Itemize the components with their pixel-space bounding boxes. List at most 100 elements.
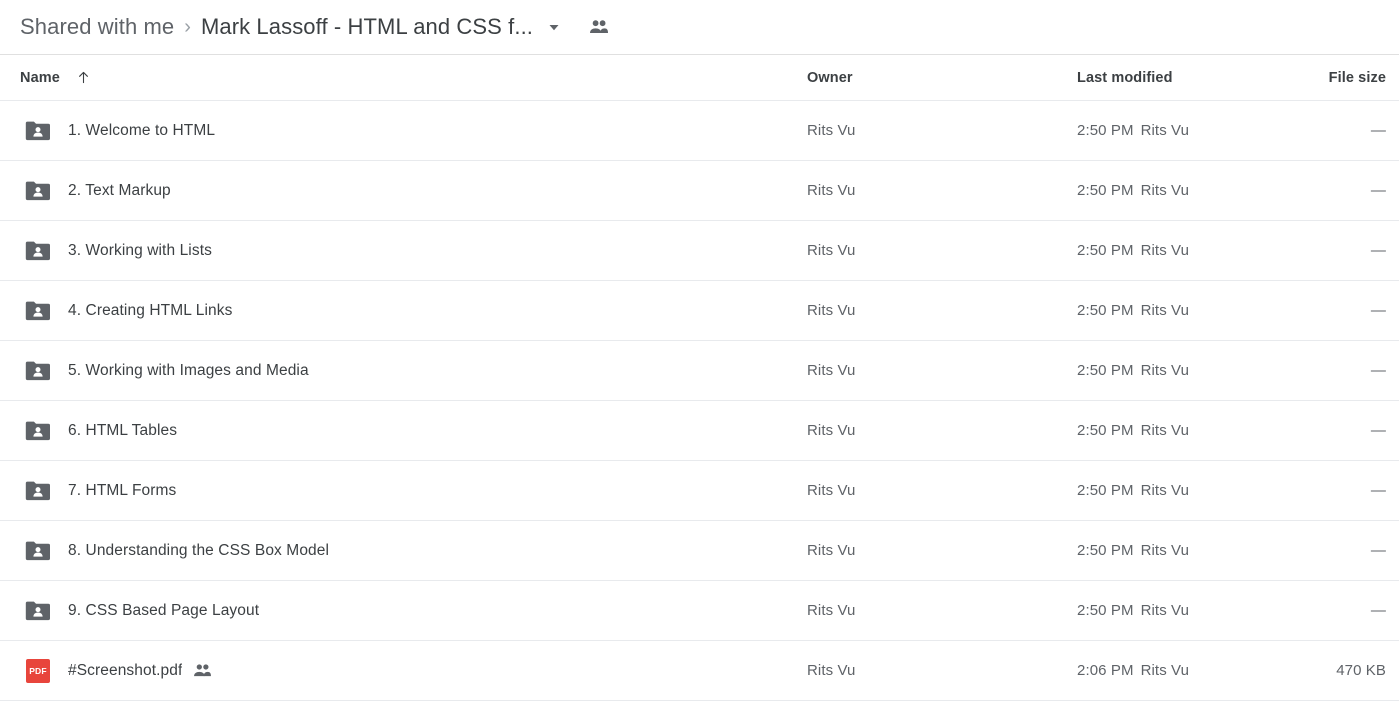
cell-owner: Rits Vu bbox=[807, 302, 856, 319]
cell-file-size: — bbox=[1370, 362, 1386, 379]
modified-time: 2:50 PM bbox=[1077, 362, 1134, 379]
cell-file-size: 470 KB bbox=[1336, 662, 1386, 679]
cell-file-size: — bbox=[1370, 482, 1386, 499]
cell-name: 3. Working with Lists bbox=[0, 240, 807, 262]
cell-last-modified: 2:50 PM Rits Vu bbox=[1077, 302, 1324, 319]
modified-by: Rits Vu bbox=[1140, 542, 1190, 559]
table-row[interactable]: 1. Welcome to HTML Rits Vu 2:50 PM Rits Vu — bbox=[0, 101, 1399, 161]
shared-folder-icon bbox=[20, 360, 56, 382]
file-name-label: 4. Creating HTML Links bbox=[68, 301, 233, 319]
modified-by: Rits Vu bbox=[1140, 302, 1190, 319]
modified-by: Rits Vu bbox=[1140, 182, 1190, 199]
modified-by: Rits Vu bbox=[1140, 482, 1190, 499]
column-header-name[interactable]: Name bbox=[0, 70, 807, 86]
breadcrumb-parent-link[interactable]: Shared with me bbox=[20, 14, 174, 40]
breadcrumb-bar: Shared with me › Mark Lassoff - HTML and… bbox=[0, 0, 1399, 55]
modified-time: 2:50 PM bbox=[1077, 482, 1134, 499]
table-row[interactable]: 6. HTML Tables Rits Vu 2:50 PM Rits Vu — bbox=[0, 401, 1399, 461]
file-name-label: 1. Welcome to HTML bbox=[68, 121, 216, 139]
modified-by: Rits Vu bbox=[1140, 242, 1190, 259]
cell-name: PDF #Screenshot.pdf bbox=[0, 658, 807, 683]
modified-by: Rits Vu bbox=[1140, 662, 1190, 679]
cell-owner: Rits Vu bbox=[807, 422, 856, 439]
cell-name: 2. Text Markup bbox=[0, 180, 807, 202]
cell-last-modified: 2:50 PM Rits Vu bbox=[1077, 182, 1324, 199]
file-name-label: #Screenshot.pdf bbox=[68, 661, 183, 679]
modified-time: 2:50 PM bbox=[1077, 242, 1134, 259]
cell-name: 8. Understanding the CSS Box Model bbox=[0, 540, 807, 562]
table-row[interactable]: 4. Creating HTML Links Rits Vu 2:50 PM Rits… bbox=[0, 281, 1399, 341]
cell-file-size: — bbox=[1370, 302, 1386, 319]
shared-folder-icon bbox=[20, 300, 56, 322]
cell-owner: Rits Vu bbox=[807, 182, 856, 199]
cell-last-modified: 2:50 PM Rits Vu bbox=[1077, 362, 1324, 379]
people-shared-icon[interactable] bbox=[589, 19, 609, 35]
arrow-up-icon[interactable] bbox=[76, 70, 91, 85]
table-header-row: Name Owner Last modified File size bbox=[0, 55, 1399, 101]
modified-time: 2:50 PM bbox=[1077, 542, 1134, 559]
column-header-owner[interactable]: Owner bbox=[807, 70, 1077, 86]
shared-folder-icon bbox=[20, 420, 56, 442]
cell-file-size: — bbox=[1370, 542, 1386, 559]
cell-name: 1. Welcome to HTML bbox=[0, 120, 807, 142]
file-name-label: 3. Working with Lists bbox=[68, 241, 212, 259]
table-body: 1. Welcome to HTML Rits Vu 2:50 PM Rits Vu —… bbox=[0, 101, 1399, 701]
file-name-label: 5. Working with Images and Media bbox=[68, 361, 309, 379]
file-list-table: Name Owner Last modified File size 1. We… bbox=[0, 55, 1399, 701]
shared-folder-icon bbox=[20, 540, 56, 562]
shared-folder-icon bbox=[20, 240, 56, 262]
table-row[interactable]: 3. Working with Lists Rits Vu 2:50 PM Rits … bbox=[0, 221, 1399, 281]
file-name-label: 8. Understanding the CSS Box Model bbox=[68, 541, 330, 559]
table-row[interactable]: PDF #Screenshot.pdf Rits Vu 2:06 PM Rits Vu 4… bbox=[0, 641, 1399, 701]
cell-last-modified: 2:50 PM Rits Vu bbox=[1077, 122, 1324, 139]
cell-name: 7. HTML Forms bbox=[0, 480, 807, 502]
shared-folder-icon bbox=[20, 600, 56, 622]
cell-name: 6. HTML Tables bbox=[0, 420, 807, 442]
modified-time: 2:50 PM bbox=[1077, 422, 1134, 439]
modified-time: 2:50 PM bbox=[1077, 602, 1134, 619]
shared-folder-icon bbox=[20, 180, 56, 202]
modified-time: 2:06 PM bbox=[1077, 662, 1134, 679]
people-shared-icon bbox=[193, 663, 212, 678]
pdf-icon-label: PDF bbox=[26, 658, 50, 683]
breadcrumb-current-folder[interactable]: Mark Lassoff - HTML and CSS f... bbox=[201, 14, 533, 40]
modified-by: Rits Vu bbox=[1140, 122, 1190, 139]
cell-name: 5. Working with Images and Media bbox=[0, 360, 807, 382]
cell-file-size: — bbox=[1370, 242, 1386, 259]
cell-name: 4. Creating HTML Links bbox=[0, 300, 807, 322]
cell-owner: Rits Vu bbox=[807, 482, 856, 499]
table-row[interactable]: 8. Understanding the CSS Box Model Rits V… bbox=[0, 521, 1399, 581]
pdf-file-icon: PDF bbox=[20, 658, 56, 683]
cell-owner: Rits Vu bbox=[807, 602, 856, 619]
column-header-name-label: Name bbox=[20, 69, 60, 86]
column-header-last-modified[interactable]: Last modified bbox=[1077, 70, 1324, 86]
cell-file-size: — bbox=[1370, 122, 1386, 139]
table-row[interactable]: 9. CSS Based Page Layout Rits Vu 2:50 PM Ri… bbox=[0, 581, 1399, 641]
table-row[interactable]: 5. Working with Images and Media Rits Vu 2… bbox=[0, 341, 1399, 401]
shared-folder-icon bbox=[20, 120, 56, 142]
cell-file-size: — bbox=[1370, 182, 1386, 199]
cell-file-size: — bbox=[1370, 602, 1386, 619]
cell-name: 9. CSS Based Page Layout bbox=[0, 600, 807, 622]
file-name-label: 9. CSS Based Page Layout bbox=[68, 601, 260, 619]
column-header-file-size[interactable]: File size bbox=[1324, 70, 1399, 86]
cell-owner: Rits Vu bbox=[807, 542, 856, 559]
cell-last-modified: 2:06 PM Rits Vu bbox=[1077, 662, 1324, 679]
cell-last-modified: 2:50 PM Rits Vu bbox=[1077, 602, 1324, 619]
breadcrumb-separator-icon: › bbox=[184, 16, 191, 38]
modified-by: Rits Vu bbox=[1140, 362, 1190, 379]
shared-folder-icon bbox=[20, 480, 56, 502]
cell-owner: Rits Vu bbox=[807, 362, 856, 379]
file-name-label: 6. HTML Tables bbox=[68, 421, 178, 439]
table-row[interactable]: 7. HTML Forms Rits Vu 2:50 PM Rits Vu — bbox=[0, 461, 1399, 521]
modified-by: Rits Vu bbox=[1140, 602, 1190, 619]
modified-time: 2:50 PM bbox=[1077, 182, 1134, 199]
cell-last-modified: 2:50 PM Rits Vu bbox=[1077, 242, 1324, 259]
cell-owner: Rits Vu bbox=[807, 242, 856, 259]
file-name-label: 7. HTML Forms bbox=[68, 481, 177, 499]
table-row[interactable]: 2. Text Markup Rits Vu 2:50 PM Rits Vu — bbox=[0, 161, 1399, 221]
cell-owner: Rits Vu bbox=[807, 662, 856, 679]
chevron-down-icon[interactable] bbox=[547, 20, 561, 34]
modified-by: Rits Vu bbox=[1140, 422, 1190, 439]
cell-last-modified: 2:50 PM Rits Vu bbox=[1077, 482, 1324, 499]
